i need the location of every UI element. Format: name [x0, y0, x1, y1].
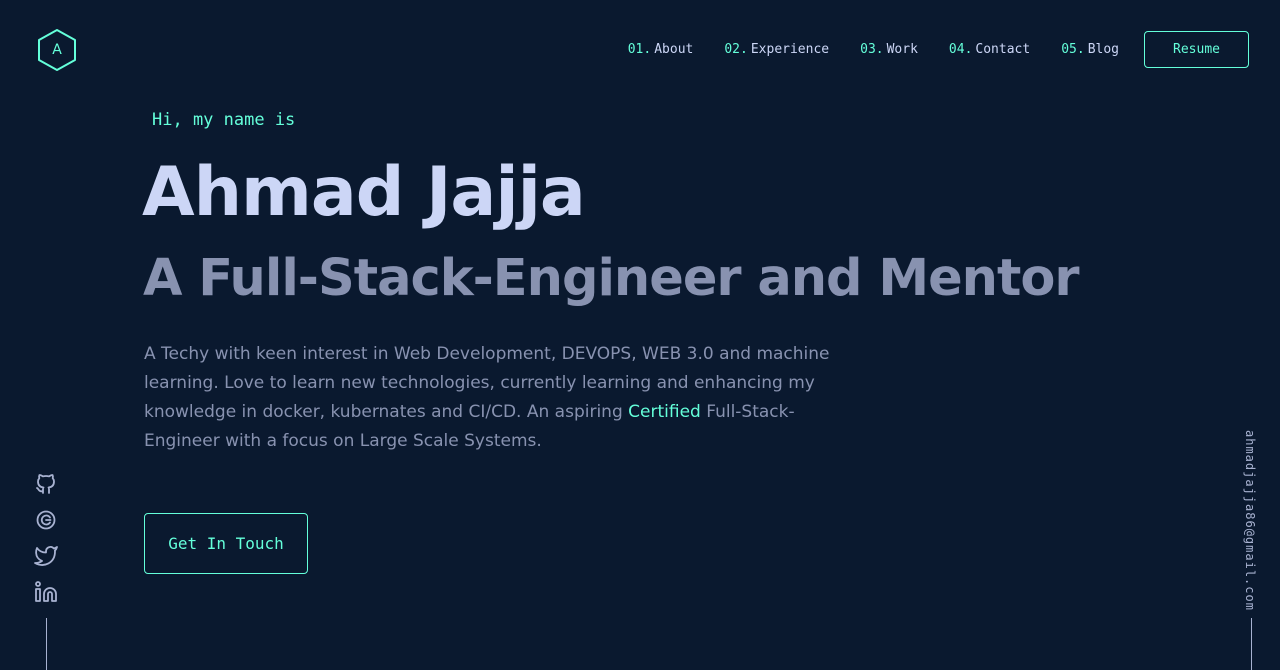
- right-rail-line: [1251, 618, 1252, 670]
- linkedin-link[interactable]: [34, 580, 58, 604]
- resume-button[interactable]: Resume: [1144, 31, 1249, 68]
- linkedin-icon: [35, 581, 57, 602]
- main-nav: 01. About 02. Experience 03. Work 04. Co…: [628, 31, 1249, 68]
- email-link[interactable]: ahmadjajja86@gmail.com: [1243, 430, 1257, 611]
- get-in-touch-button[interactable]: Get In Touch: [144, 513, 308, 574]
- twitter-icon: [34, 546, 58, 566]
- nav-label: Work: [886, 42, 918, 57]
- nav-item-about[interactable]: 01. About: [628, 42, 694, 57]
- nav-item-contact[interactable]: 04. Contact: [949, 42, 1030, 57]
- hero-greeting: Hi, my name is: [152, 110, 296, 130]
- nav-item-work[interactable]: 03. Work: [860, 42, 918, 57]
- left-rail-line: [46, 618, 47, 670]
- nav-label: About: [654, 42, 694, 57]
- logo-link[interactable]: A: [36, 28, 78, 72]
- hero-name: Ahmad Jajja: [142, 153, 586, 232]
- nav-number: 03.: [860, 42, 884, 57]
- nav-item-experience[interactable]: 02. Experience: [724, 42, 829, 57]
- github-link[interactable]: [34, 472, 58, 496]
- nav-number: 04.: [948, 42, 973, 57]
- nav-label: Contact: [975, 42, 1031, 57]
- codepen-link[interactable]: [34, 508, 58, 532]
- github-icon: [36, 474, 55, 494]
- social-links: [34, 472, 58, 616]
- hero-bio: A Techy with keen interest in Web Develo…: [144, 340, 854, 456]
- twitter-link[interactable]: [34, 544, 58, 568]
- logo-letter: A: [52, 42, 62, 58]
- nav-item-blog[interactable]: 05. Blog: [1061, 42, 1119, 57]
- nav-label: Experience: [750, 42, 830, 57]
- certified-link[interactable]: Certified: [628, 402, 701, 422]
- nav-number: 02.: [724, 42, 748, 57]
- hero-tagline: A Full-Stack-Engineer and Mentor: [143, 249, 1080, 308]
- nav-number: 05.: [1061, 42, 1085, 57]
- nav-number: 01.: [627, 42, 652, 57]
- nav-label: Blog: [1087, 42, 1119, 57]
- codepen-icon: [36, 510, 56, 530]
